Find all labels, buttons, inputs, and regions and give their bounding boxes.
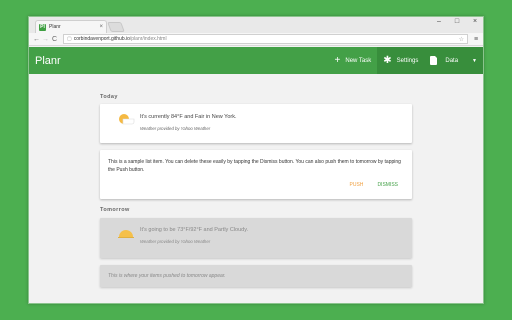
tomorrow-weather-card: It's going to be 73°F/92°F and Partly Cl… <box>100 218 412 258</box>
url-text: corbindavenport.github.io/planr/index.ht… <box>74 36 459 42</box>
sun-weather-icon <box>119 114 135 125</box>
today-weather-card: It's currently 84°F and Fair in New York… <box>100 104 412 143</box>
new-task-button[interactable]: + New Task <box>329 47 378 74</box>
dismiss-button[interactable]: DISMISS <box>377 182 398 188</box>
task-actions: PUSH DISMISS <box>350 182 398 188</box>
push-button[interactable]: PUSH <box>350 182 364 188</box>
app-title: Planr <box>35 54 61 67</box>
plus-icon: + <box>334 55 341 66</box>
task-text: This is a sample list item. You can dele… <box>108 159 401 173</box>
gear-icon: ✱ <box>383 55 392 66</box>
today-weather-credit: Weather provided by Yahoo Weather <box>140 126 211 131</box>
browser-toolbar: ← → C ▢ corbindavenport.github.io/planr/… <box>29 33 483 46</box>
new-tab-button[interactable] <box>107 22 125 32</box>
page-icon: ▢ <box>67 36 72 42</box>
tab-title: Planr <box>49 24 61 30</box>
reload-icon[interactable]: C <box>50 36 59 43</box>
today-weather-text: It's currently 84°F and Fair in New York… <box>140 114 237 120</box>
browser-menu-icon[interactable]: ≡ <box>472 36 480 43</box>
back-icon[interactable]: ← <box>32 36 41 43</box>
new-task-label: New Task <box>345 57 372 64</box>
document-icon <box>430 56 438 65</box>
maximize-button[interactable]: □ <box>453 18 461 25</box>
minimize-button[interactable]: – <box>435 18 443 25</box>
tomorrow-weather-credit: Weather provided by Yahoo Weather <box>140 239 211 244</box>
app-bar: Planr + New Task ✱ Settings Data ▼ <box>29 47 483 74</box>
tab-planr[interactable]: Pl Planr × <box>35 20 107 33</box>
settings-label: Settings <box>396 57 419 64</box>
window-controls: – □ × <box>435 18 479 25</box>
data-label: Data <box>445 57 459 64</box>
partly-cloudy-icon <box>118 230 134 238</box>
today-task-card: This is a sample list item. You can dele… <box>100 150 412 199</box>
forward-icon[interactable]: → <box>41 36 50 43</box>
section-tomorrow-label: Tomorrow <box>100 207 130 213</box>
data-button[interactable]: Data ▼ <box>424 47 483 74</box>
planr-favicon-icon: Pl <box>39 23 46 31</box>
tab-strip: Pl Planr × – □ × <box>29 17 483 33</box>
section-today-label: Today <box>100 94 118 100</box>
browser-window: Pl Planr × – □ × ← → C ▢ corbindavenport… <box>28 16 484 304</box>
tomorrow-empty-card: This is where your items pushed to tomor… <box>100 265 412 287</box>
url-path: /planr/index.html <box>129 36 167 42</box>
chevron-down-icon[interactable]: ▼ <box>472 58 477 64</box>
tomorrow-empty-text: This is where your items pushed to tomor… <box>108 273 226 279</box>
settings-button[interactable]: ✱ Settings <box>377 47 425 74</box>
bookmark-star-icon[interactable]: ☆ <box>459 36 464 43</box>
address-bar[interactable]: ▢ corbindavenport.github.io/planr/index.… <box>63 34 468 44</box>
main-content: Today It's currently 84°F and Fair in Ne… <box>29 74 483 303</box>
tab-close-icon[interactable]: × <box>99 24 103 30</box>
tomorrow-weather-text: It's going to be 73°F/92°F and Partly Cl… <box>140 227 249 233</box>
url-host: corbindavenport.github.io <box>73 36 130 42</box>
close-window-button[interactable]: × <box>471 18 479 25</box>
